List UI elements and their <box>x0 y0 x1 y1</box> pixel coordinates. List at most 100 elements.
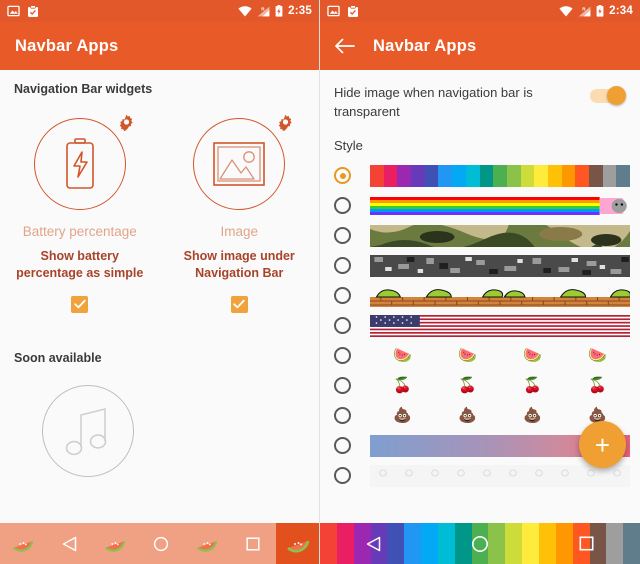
polka-dot-pattern <box>370 464 630 487</box>
hide-image-toggle[interactable] <box>590 86 626 105</box>
cherries-emoji: 🍒 <box>523 377 542 395</box>
style-radio[interactable] <box>334 467 351 485</box>
style-option-material-color-stripes[interactable] <box>320 161 640 191</box>
style-radio[interactable] <box>334 437 351 455</box>
back-triangle-icon <box>366 536 381 551</box>
nav-back-button[interactable] <box>46 536 92 552</box>
check-icon <box>74 299 86 309</box>
clipboard-check-notification-icon <box>28 4 38 17</box>
status-time: 2:34 <box>609 5 633 17</box>
section-title-widgets: Navigation Bar widgets <box>14 82 153 96</box>
status-bar-right: R 2:34 <box>320 0 640 22</box>
image-icon <box>213 142 266 186</box>
style-preview-usa-flag[interactable] <box>370 314 630 337</box>
signal-roaming-icon: R <box>578 6 591 16</box>
home-circle-icon <box>472 535 488 552</box>
style-radio[interactable] <box>334 257 351 275</box>
watermelon-emoji <box>105 540 126 552</box>
style-preview-watermelon-emoji[interactable]: 🍉 🍉 🍉 🍉 <box>370 345 630 367</box>
music-widget-circle <box>42 384 134 477</box>
navbar-decoration-watermelon <box>0 533 46 555</box>
style-radio[interactable] <box>334 197 351 215</box>
gear-icon[interactable] <box>277 114 294 136</box>
style-option-watermelon-emoji[interactable]: 🍉 🍉 🍉 🍉 <box>320 341 640 371</box>
style-radio[interactable] <box>334 317 351 335</box>
style-preview-gray-digital-camouflage[interactable] <box>370 254 630 277</box>
widget-image[interactable]: Image Show image under Navigation Bar <box>160 102 320 313</box>
check-icon <box>233 299 245 309</box>
gear-icon[interactable] <box>118 114 135 136</box>
recents-square-icon <box>579 536 594 551</box>
app-bar-left: Navbar Apps <box>0 22 319 70</box>
nav-home-button[interactable] <box>427 523 534 564</box>
style-radio[interactable] <box>334 227 351 245</box>
poop-emoji: 💩 <box>523 407 542 425</box>
style-preview-mario-grass-brick[interactable] <box>370 284 630 307</box>
image-widget-icon-wrap <box>180 114 298 210</box>
watermelon-emoji: 🍉 <box>458 347 477 365</box>
style-preview-cherries-emoji[interactable]: 🍒 🍒 🍒 🍒 <box>370 375 630 397</box>
style-radio[interactable] <box>334 407 351 425</box>
cherries-emoji: 🍒 <box>458 377 477 395</box>
wifi-icon <box>238 5 252 16</box>
widget-description: Show image under Navigation Bar <box>183 249 295 280</box>
navbar-end-watermelon[interactable] <box>276 523 319 564</box>
style-preview-polka-dot-stripes[interactable] <box>370 464 630 487</box>
watermelon-emoji: 🍉 <box>523 347 542 365</box>
stripes-material <box>370 164 630 187</box>
battery-widget-checkbox[interactable] <box>71 295 89 313</box>
status-notification-icons <box>327 4 359 18</box>
battery-charging-icon <box>596 5 604 17</box>
widget-battery-percentage[interactable]: Battery percentage Show battery percenta… <box>0 102 160 313</box>
recents-square-icon <box>246 536 260 551</box>
usa-flag-icon <box>370 314 630 337</box>
back-arrow-icon[interactable] <box>335 38 355 54</box>
style-option-mario-grass-brick[interactable] <box>320 281 640 311</box>
image-notification-icon <box>327 5 340 17</box>
style-radio[interactable] <box>334 347 351 365</box>
watermelon-emoji <box>13 540 34 552</box>
app-title: Navbar Apps <box>15 36 119 55</box>
style-preview-nyan-cat-rainbow[interactable] <box>370 195 630 217</box>
navbar-decoration-watermelon <box>184 533 230 555</box>
style-preview-green-camouflage[interactable] <box>370 224 630 247</box>
clipboard-check-notification-icon <box>348 4 358 17</box>
nav-recents-button[interactable] <box>533 523 640 564</box>
hide-image-setting-row[interactable]: Hide image when navigation bar is transp… <box>320 70 640 122</box>
widget-list: Battery percentage Show battery percenta… <box>0 102 319 313</box>
nav-back-button[interactable] <box>320 523 427 564</box>
cherries-emoji: 🍒 <box>588 377 607 395</box>
style-preview-material-color-stripes[interactable] <box>370 164 630 187</box>
style-option-green-camouflage[interactable] <box>320 221 640 251</box>
nav-recents-button[interactable] <box>230 536 276 551</box>
style-option-cherries-emoji[interactable]: 🍒 🍒 🍒 🍒 <box>320 371 640 401</box>
watermelon-emoji <box>287 540 310 552</box>
toggle-thumb <box>607 86 626 105</box>
right-screen: R 2:34 Navbar Apps Hide image when navig… <box>320 0 640 564</box>
watermelon-emoji: 🍉 <box>588 347 607 365</box>
style-section-label: Style <box>334 137 363 153</box>
style-option-nyan-cat-rainbow[interactable] <box>320 191 640 221</box>
signal-roaming-icon: R <box>257 6 270 16</box>
hide-image-setting-label: Hide image when navigation bar is transp… <box>334 85 533 119</box>
style-radio[interactable] <box>334 287 351 305</box>
style-radio[interactable] <box>334 377 351 395</box>
image-widget-checkbox[interactable] <box>230 295 248 313</box>
watermelon-emoji: 🍉 <box>393 347 412 365</box>
widget-title: Image <box>220 224 259 239</box>
style-option-gray-digital-camouflage[interactable] <box>320 251 640 281</box>
battery-widget-circle[interactable] <box>33 118 126 210</box>
nav-home-button[interactable] <box>138 536 184 552</box>
left-content: Navigation Bar widgets Battery percentag… <box>0 70 319 523</box>
emoji-repeat-row: 🍉 🍉 🍉 🍉 <box>370 345 630 367</box>
battery-icon <box>65 138 94 189</box>
add-style-fab[interactable]: + <box>579 421 626 468</box>
section-title-soon: Soon available <box>14 350 102 365</box>
status-time: 2:35 <box>288 5 312 17</box>
cherries-emoji: 🍒 <box>393 377 412 395</box>
style-option-usa-flag[interactable] <box>320 311 640 341</box>
nyan-cat-emoji <box>370 196 627 215</box>
image-widget-circle[interactable] <box>193 118 286 210</box>
style-radio[interactable] <box>334 167 351 185</box>
app-title: Navbar Apps <box>373 36 477 55</box>
